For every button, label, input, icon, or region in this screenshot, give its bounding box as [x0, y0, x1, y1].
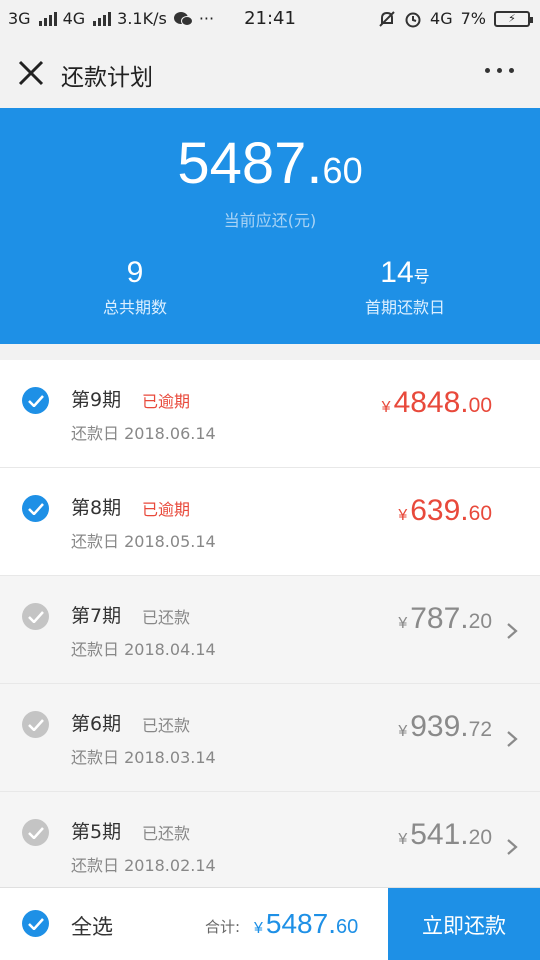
period-label: 第8期	[71, 497, 122, 519]
period-label: 第7期	[71, 605, 122, 627]
battery-icon: ⚡	[494, 10, 533, 27]
total-amount: ¥5487.60	[254, 908, 358, 940]
status-right: 4G 7% ⚡	[378, 9, 533, 28]
page-title: 还款计划	[61, 65, 153, 91]
due-date: 还款日 2018.02.14	[71, 856, 216, 875]
total-periods: 9 总共期数	[0, 256, 270, 318]
more-icon[interactable]	[485, 68, 514, 73]
total-decimal: 60	[335, 916, 359, 938]
pay-now-button[interactable]: 立即还款	[388, 888, 540, 960]
installment-amount: ¥541.20	[398, 818, 492, 852]
installment-row[interactable]: 第5期 已还款 还款日 2018.02.14 ¥541.20	[0, 792, 540, 900]
summary-panel: 5487.60 当前应还(元) 9 总共期数 14号 首期还款日	[0, 108, 540, 344]
chevron-right-icon[interactable]	[504, 623, 520, 639]
currency-symbol: ¥	[381, 399, 391, 416]
amount-decimal: 20	[468, 610, 492, 633]
total-label: 合计:	[205, 918, 241, 936]
close-icon[interactable]	[16, 58, 46, 88]
installment-row[interactable]: 第6期 已还款 还款日 2018.03.14 ¥939.72	[0, 684, 540, 792]
installment-row[interactable]: 第9期 已逾期 还款日 2018.06.14 ¥4848.00	[0, 360, 540, 468]
nav-bar: 还款计划	[0, 38, 540, 108]
first-repay-day-label: 首期还款日	[364, 298, 445, 317]
check-icon	[22, 711, 49, 738]
first-repay-day-unit: 号	[413, 267, 430, 286]
status-badge: 已还款	[142, 716, 191, 735]
amount-integer: 939.	[410, 710, 469, 743]
first-repay-day: 14号 首期还款日	[270, 256, 540, 318]
check-icon[interactable]	[22, 495, 49, 522]
total-periods-value: 9	[126, 256, 144, 289]
installment-amount: ¥787.20	[398, 602, 492, 636]
amount-integer: 639.	[410, 494, 469, 527]
current-due-amount: 5487.60	[0, 130, 540, 197]
total-periods-label: 总共期数	[102, 298, 167, 317]
mute-icon	[379, 10, 395, 27]
installment-row[interactable]: 第7期 已还款 还款日 2018.04.14 ¥787.20	[0, 576, 540, 684]
period-label: 第9期	[71, 389, 122, 411]
installment-amount: ¥4848.00	[382, 386, 492, 420]
status-badge: 已还款	[142, 824, 191, 843]
period-label: 第5期	[71, 821, 122, 843]
installment-row[interactable]: 第8期 已逾期 还款日 2018.05.14 ¥639.60	[0, 468, 540, 576]
select-all-check-icon[interactable]	[22, 910, 49, 937]
period-label: 第6期	[71, 713, 122, 735]
due-date: 还款日 2018.03.14	[71, 748, 216, 767]
check-icon	[22, 819, 49, 846]
installment-list: 第9期 已逾期 还款日 2018.06.14 ¥4848.00 第8期 已逾期 …	[0, 360, 540, 900]
installment-amount: ¥639.60	[398, 494, 492, 528]
amount-decimal: 60	[468, 502, 492, 525]
network-type-right: 4G	[430, 9, 453, 28]
currency-symbol: ¥	[398, 507, 408, 524]
status-badge: 已还款	[142, 608, 191, 627]
total-integer: 5487.	[265, 908, 336, 939]
current-due-label: 当前应还(元)	[223, 211, 317, 230]
check-icon[interactable]	[22, 387, 49, 414]
currency-symbol: ¥	[398, 723, 408, 740]
due-date: 还款日 2018.05.14	[71, 532, 216, 551]
select-all-label[interactable]: 全选	[71, 911, 113, 941]
status-badge: 已逾期	[142, 392, 191, 411]
check-icon	[22, 603, 49, 630]
footer-bar: 全选 合计: ¥5487.60 立即还款	[0, 887, 540, 960]
amount-integer: 4848.	[393, 386, 469, 419]
amount-integer: 5487.	[177, 131, 323, 196]
alarm-icon	[405, 12, 421, 27]
first-repay-day-value: 14	[380, 256, 414, 289]
status-bar: 3G 4G 3.1K/s ··· 21:41 4G 7% ⚡	[0, 0, 540, 38]
chevron-right-icon[interactable]	[504, 839, 520, 855]
amount-decimal: 60	[322, 150, 363, 191]
amount-decimal: 72	[468, 718, 492, 741]
amount-decimal: 20	[468, 826, 492, 849]
currency-symbol: ¥	[254, 920, 263, 937]
amount-decimal: 00	[468, 394, 492, 417]
installment-amount: ¥939.72	[398, 710, 492, 744]
amount-integer: 541.	[410, 818, 469, 851]
status-badge: 已逾期	[142, 500, 191, 519]
due-date: 还款日 2018.04.14	[71, 640, 216, 659]
currency-symbol: ¥	[398, 615, 408, 632]
battery-percent: 7%	[460, 9, 486, 28]
currency-symbol: ¥	[398, 831, 408, 848]
due-date: 还款日 2018.06.14	[71, 424, 216, 443]
amount-integer: 787.	[410, 602, 469, 635]
chevron-right-icon[interactable]	[504, 731, 520, 747]
